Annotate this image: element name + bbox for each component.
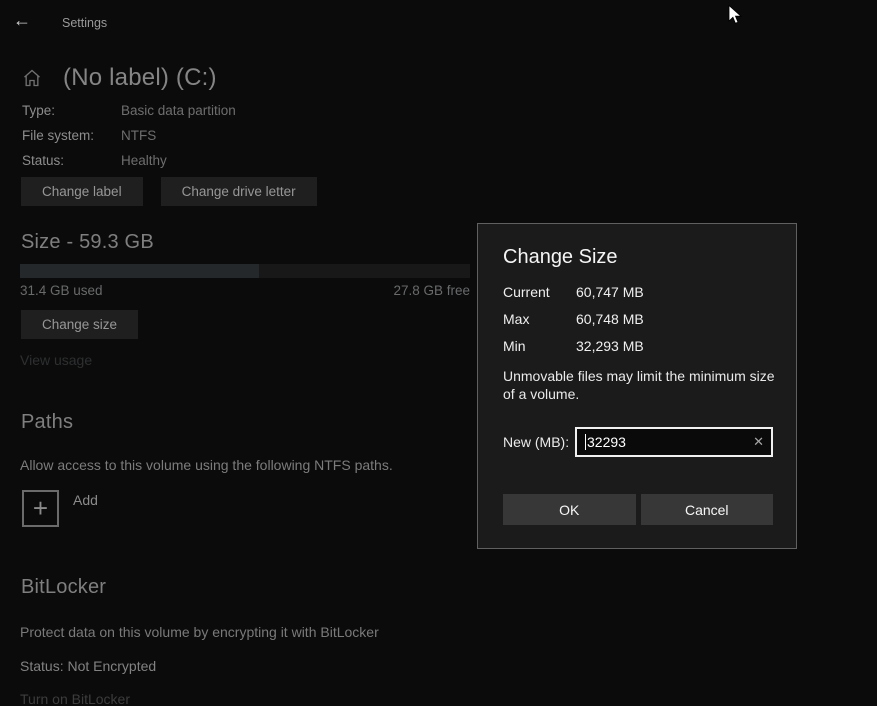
view-usage-link[interactable]: View usage bbox=[20, 352, 92, 368]
text-caret bbox=[585, 434, 586, 450]
change-size-button[interactable]: Change size bbox=[21, 310, 138, 339]
mouse-cursor bbox=[728, 5, 748, 27]
add-square[interactable]: + bbox=[22, 490, 59, 527]
bitlocker-heading: BitLocker bbox=[21, 576, 106, 599]
info-label: Status: bbox=[22, 153, 121, 178]
dialog-row-max: Max 60,748 MB bbox=[503, 311, 644, 338]
volume-bar-labels: 31.4 GB used 27.8 GB free bbox=[20, 283, 470, 298]
size-heading: Size - 59.3 GB bbox=[21, 231, 154, 254]
bitlocker-status: Status: Not Encrypted bbox=[20, 658, 156, 674]
info-label: File system: bbox=[22, 128, 121, 153]
row-label: Min bbox=[503, 338, 576, 365]
info-value: NTFS bbox=[121, 128, 452, 153]
add-path-button[interactable]: + Add bbox=[22, 490, 98, 527]
turn-on-bitlocker-link[interactable]: Turn on BitLocker bbox=[20, 691, 130, 706]
row-value: 60,747 MB bbox=[576, 284, 644, 311]
info-row-type: Type: Basic data partition bbox=[22, 103, 452, 128]
home-icon bbox=[22, 68, 42, 88]
new-mb-input[interactable] bbox=[575, 427, 773, 457]
volume-bar-used bbox=[20, 264, 259, 278]
info-label: Type: bbox=[22, 103, 121, 128]
unmovable-files-note: Unmovable files may limit the minimum si… bbox=[503, 367, 777, 403]
change-size-dialog: Change Size Current 60,747 MB Max 60,748… bbox=[477, 223, 797, 549]
info-row-status: Status: Healthy bbox=[22, 153, 452, 178]
new-mb-field-wrap: ✕ bbox=[575, 427, 773, 457]
info-value: Healthy bbox=[121, 153, 452, 178]
paths-description: Allow access to this volume using the fo… bbox=[20, 457, 460, 473]
volume-usage-bar bbox=[20, 264, 470, 278]
row-value: 32,293 MB bbox=[576, 338, 644, 365]
back-icon[interactable]: ← bbox=[13, 10, 31, 31]
dialog-row-current: Current 60,747 MB bbox=[503, 284, 644, 311]
dialog-size-rows: Current 60,747 MB Max 60,748 MB Min 32,2… bbox=[503, 284, 644, 365]
add-label: Add bbox=[73, 492, 98, 527]
free-label: 27.8 GB free bbox=[393, 283, 470, 298]
dialog-title: Change Size bbox=[503, 246, 618, 269]
drive-info: Type: Basic data partition File system: … bbox=[22, 103, 452, 178]
clear-input-icon[interactable]: ✕ bbox=[753, 434, 764, 450]
app-title: Settings bbox=[62, 16, 107, 30]
page-title: (No label) (C:) bbox=[63, 64, 217, 92]
paths-heading: Paths bbox=[21, 411, 73, 434]
dialog-row-min: Min 32,293 MB bbox=[503, 338, 644, 365]
row-label: Current bbox=[503, 284, 576, 311]
info-value: Basic data partition bbox=[121, 103, 452, 128]
dialog-buttons: OK Cancel bbox=[503, 494, 773, 525]
change-label-button[interactable]: Change label bbox=[21, 177, 143, 206]
row-label: Max bbox=[503, 311, 576, 338]
plus-icon: + bbox=[33, 495, 48, 521]
ok-button[interactable]: OK bbox=[503, 494, 636, 525]
bitlocker-description: Protect data on this volume by encryptin… bbox=[20, 624, 379, 640]
cancel-button[interactable]: Cancel bbox=[641, 494, 774, 525]
change-drive-letter-button[interactable]: Change drive letter bbox=[161, 177, 317, 206]
info-row-filesystem: File system: NTFS bbox=[22, 128, 452, 153]
new-mb-label: New (MB): bbox=[503, 434, 575, 450]
row-value: 60,748 MB bbox=[576, 311, 644, 338]
drive-header: (No label) (C:) bbox=[22, 64, 217, 92]
drive-actions: Change label Change drive letter bbox=[21, 177, 317, 206]
new-size-row: New (MB): ✕ bbox=[503, 427, 773, 457]
used-label: 31.4 GB used bbox=[20, 283, 103, 298]
